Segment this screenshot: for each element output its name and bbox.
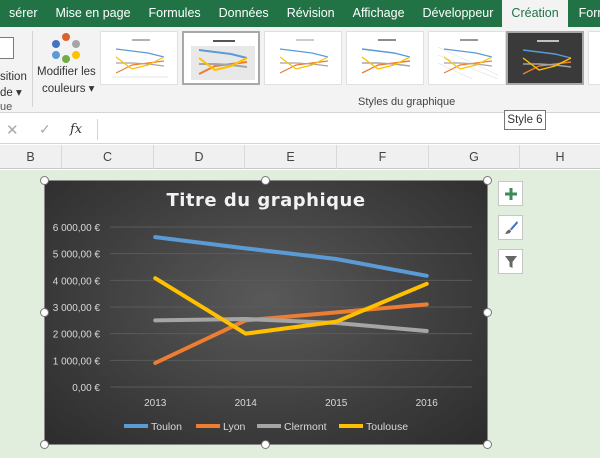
- layout-group-label: ue: [0, 101, 13, 113]
- palette-icon: [52, 33, 80, 63]
- tab-affichage[interactable]: Affichage: [344, 0, 414, 27]
- ribbon-tabs: sérer Mise en page Formules Données Révi…: [0, 0, 600, 27]
- chart-style-7[interactable]: [588, 31, 600, 85]
- column-header-h[interactable]: H: [520, 145, 600, 169]
- chart-plot: 0,00 € 1 000,00 € 2 000,00 € 3 000,00 € 4 00…: [53, 223, 472, 433]
- resize-handle-nw[interactable]: [40, 176, 49, 185]
- resize-handle-se[interactable]: [483, 440, 492, 449]
- column-header-g[interactable]: G: [429, 145, 520, 169]
- tab-donnees[interactable]: Données: [210, 0, 278, 27]
- x-tick-label: 2013: [144, 398, 167, 409]
- y-tick-label: 0,00 €: [72, 383, 100, 394]
- change-colors-label-1: Modifier les: [37, 66, 96, 78]
- ribbon-separator: [32, 31, 33, 107]
- line-chart[interactable]: Titre du graphique 0,00 €1 000,00 €2 000…: [44, 180, 488, 445]
- column-header-e[interactable]: E: [245, 145, 337, 169]
- tab-format[interactable]: Format: [568, 0, 600, 27]
- column-headers: B C D E F G H: [0, 145, 600, 169]
- insert-function-icon[interactable]: fx: [70, 122, 82, 137]
- resize-handle-n[interactable]: [261, 176, 270, 185]
- layout-icon: [0, 37, 14, 59]
- legend-label: Toulon: [151, 421, 182, 433]
- chart-style-4[interactable]: [346, 31, 424, 85]
- chart-style-2[interactable]: [182, 31, 260, 85]
- x-tick-label: 2016: [416, 398, 439, 409]
- plus-icon: [504, 188, 517, 200]
- resize-handle-s[interactable]: [261, 440, 270, 449]
- column-header-b[interactable]: B: [0, 145, 62, 169]
- legend-label: Lyon: [223, 421, 246, 433]
- column-header-f[interactable]: F: [337, 145, 429, 169]
- tab-revision[interactable]: Révision: [278, 0, 344, 27]
- tab-creation[interactable]: Création: [502, 0, 568, 27]
- change-colors-label-2: couleurs ▾: [42, 83, 95, 95]
- filter-icon: [504, 256, 517, 268]
- chart-style-3[interactable]: [264, 31, 342, 85]
- tab-inserer[interactable]: sérer: [0, 0, 46, 27]
- quick-layout-label-1: sition: [0, 71, 27, 83]
- x-tick-label: 2014: [235, 398, 258, 409]
- legend-label: Clermont: [284, 421, 327, 433]
- y-tick-label: 4 000,00 €: [53, 276, 101, 287]
- chart-elements-button[interactable]: [498, 181, 523, 206]
- x-tick-label: 2015: [325, 398, 348, 409]
- legend-label: Toulouse: [366, 421, 408, 433]
- tab-formules[interactable]: Formules: [140, 0, 210, 27]
- style-tooltip: Style 6: [504, 110, 546, 130]
- column-header-c[interactable]: C: [62, 145, 154, 169]
- y-tick-label: 1 000,00 €: [53, 356, 101, 367]
- change-colors-button[interactable]: Modifier les couleurs ▾: [35, 31, 98, 105]
- chart-styles-button[interactable]: [498, 215, 523, 240]
- y-tick-label: 5 000,00 €: [53, 250, 101, 261]
- resize-handle-ne[interactable]: [483, 176, 492, 185]
- chart-filters-button[interactable]: [498, 249, 523, 274]
- y-tick-label: 2 000,00 €: [53, 330, 101, 341]
- styles-group-label: Styles du graphique: [358, 96, 456, 108]
- chart-style-1[interactable]: [100, 31, 178, 85]
- y-tick-label: 3 000,00 €: [53, 303, 101, 314]
- chart-style-6[interactable]: [506, 31, 584, 85]
- paintbrush-icon: [504, 221, 518, 234]
- tab-developpeur[interactable]: Développeur: [414, 0, 503, 27]
- chart-style-5[interactable]: [428, 31, 506, 85]
- column-header-d[interactable]: D: [154, 145, 245, 169]
- chart-styles-gallery: [100, 31, 600, 87]
- quick-layout-label-2: de ▾: [0, 87, 22, 99]
- cancel-icon[interactable]: ✕: [6, 121, 19, 139]
- tab-mise-en-page[interactable]: Mise en page: [46, 0, 139, 27]
- ribbon: sition de ▾ ue Modifier les couleurs ▾ S…: [0, 27, 600, 113]
- series-line-toulon: [153, 235, 429, 278]
- enter-icon[interactable]: ✓: [39, 121, 51, 138]
- resize-handle-w[interactable]: [40, 308, 49, 317]
- y-tick-label: 6 000,00 €: [53, 223, 101, 234]
- quick-layout-button[interactable]: sition de ▾ ue: [0, 33, 30, 113]
- resize-handle-e[interactable]: [483, 308, 492, 317]
- resize-handle-sw[interactable]: [40, 440, 49, 449]
